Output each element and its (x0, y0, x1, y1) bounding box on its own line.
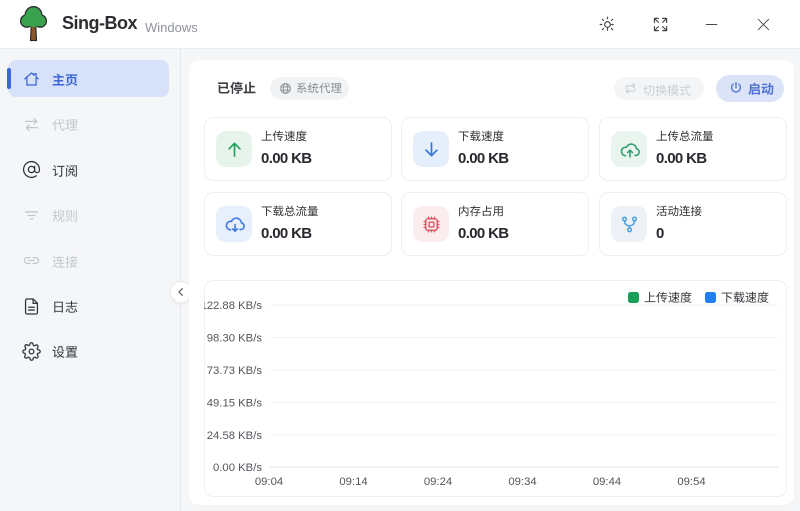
svg-text:09:44: 09:44 (593, 476, 621, 488)
svg-text:09:54: 09:54 (677, 476, 705, 488)
svg-text:122.88 KB/s: 122.88 KB/s (204, 300, 262, 312)
svg-text:24.58 KB/s: 24.58 KB/s (207, 430, 263, 442)
svg-text:98.30 KB/s: 98.30 KB/s (207, 333, 263, 345)
svg-text:73.73 KB/s: 73.73 KB/s (207, 365, 263, 377)
svg-text:09:24: 09:24 (424, 476, 452, 488)
svg-text:09:34: 09:34 (508, 476, 536, 488)
svg-text:0.00 KB/s: 0.00 KB/s (213, 462, 262, 474)
svg-text:49.15 KB/s: 49.15 KB/s (207, 398, 263, 410)
svg-text:09:14: 09:14 (339, 476, 367, 488)
svg-text:09:04: 09:04 (255, 476, 283, 488)
